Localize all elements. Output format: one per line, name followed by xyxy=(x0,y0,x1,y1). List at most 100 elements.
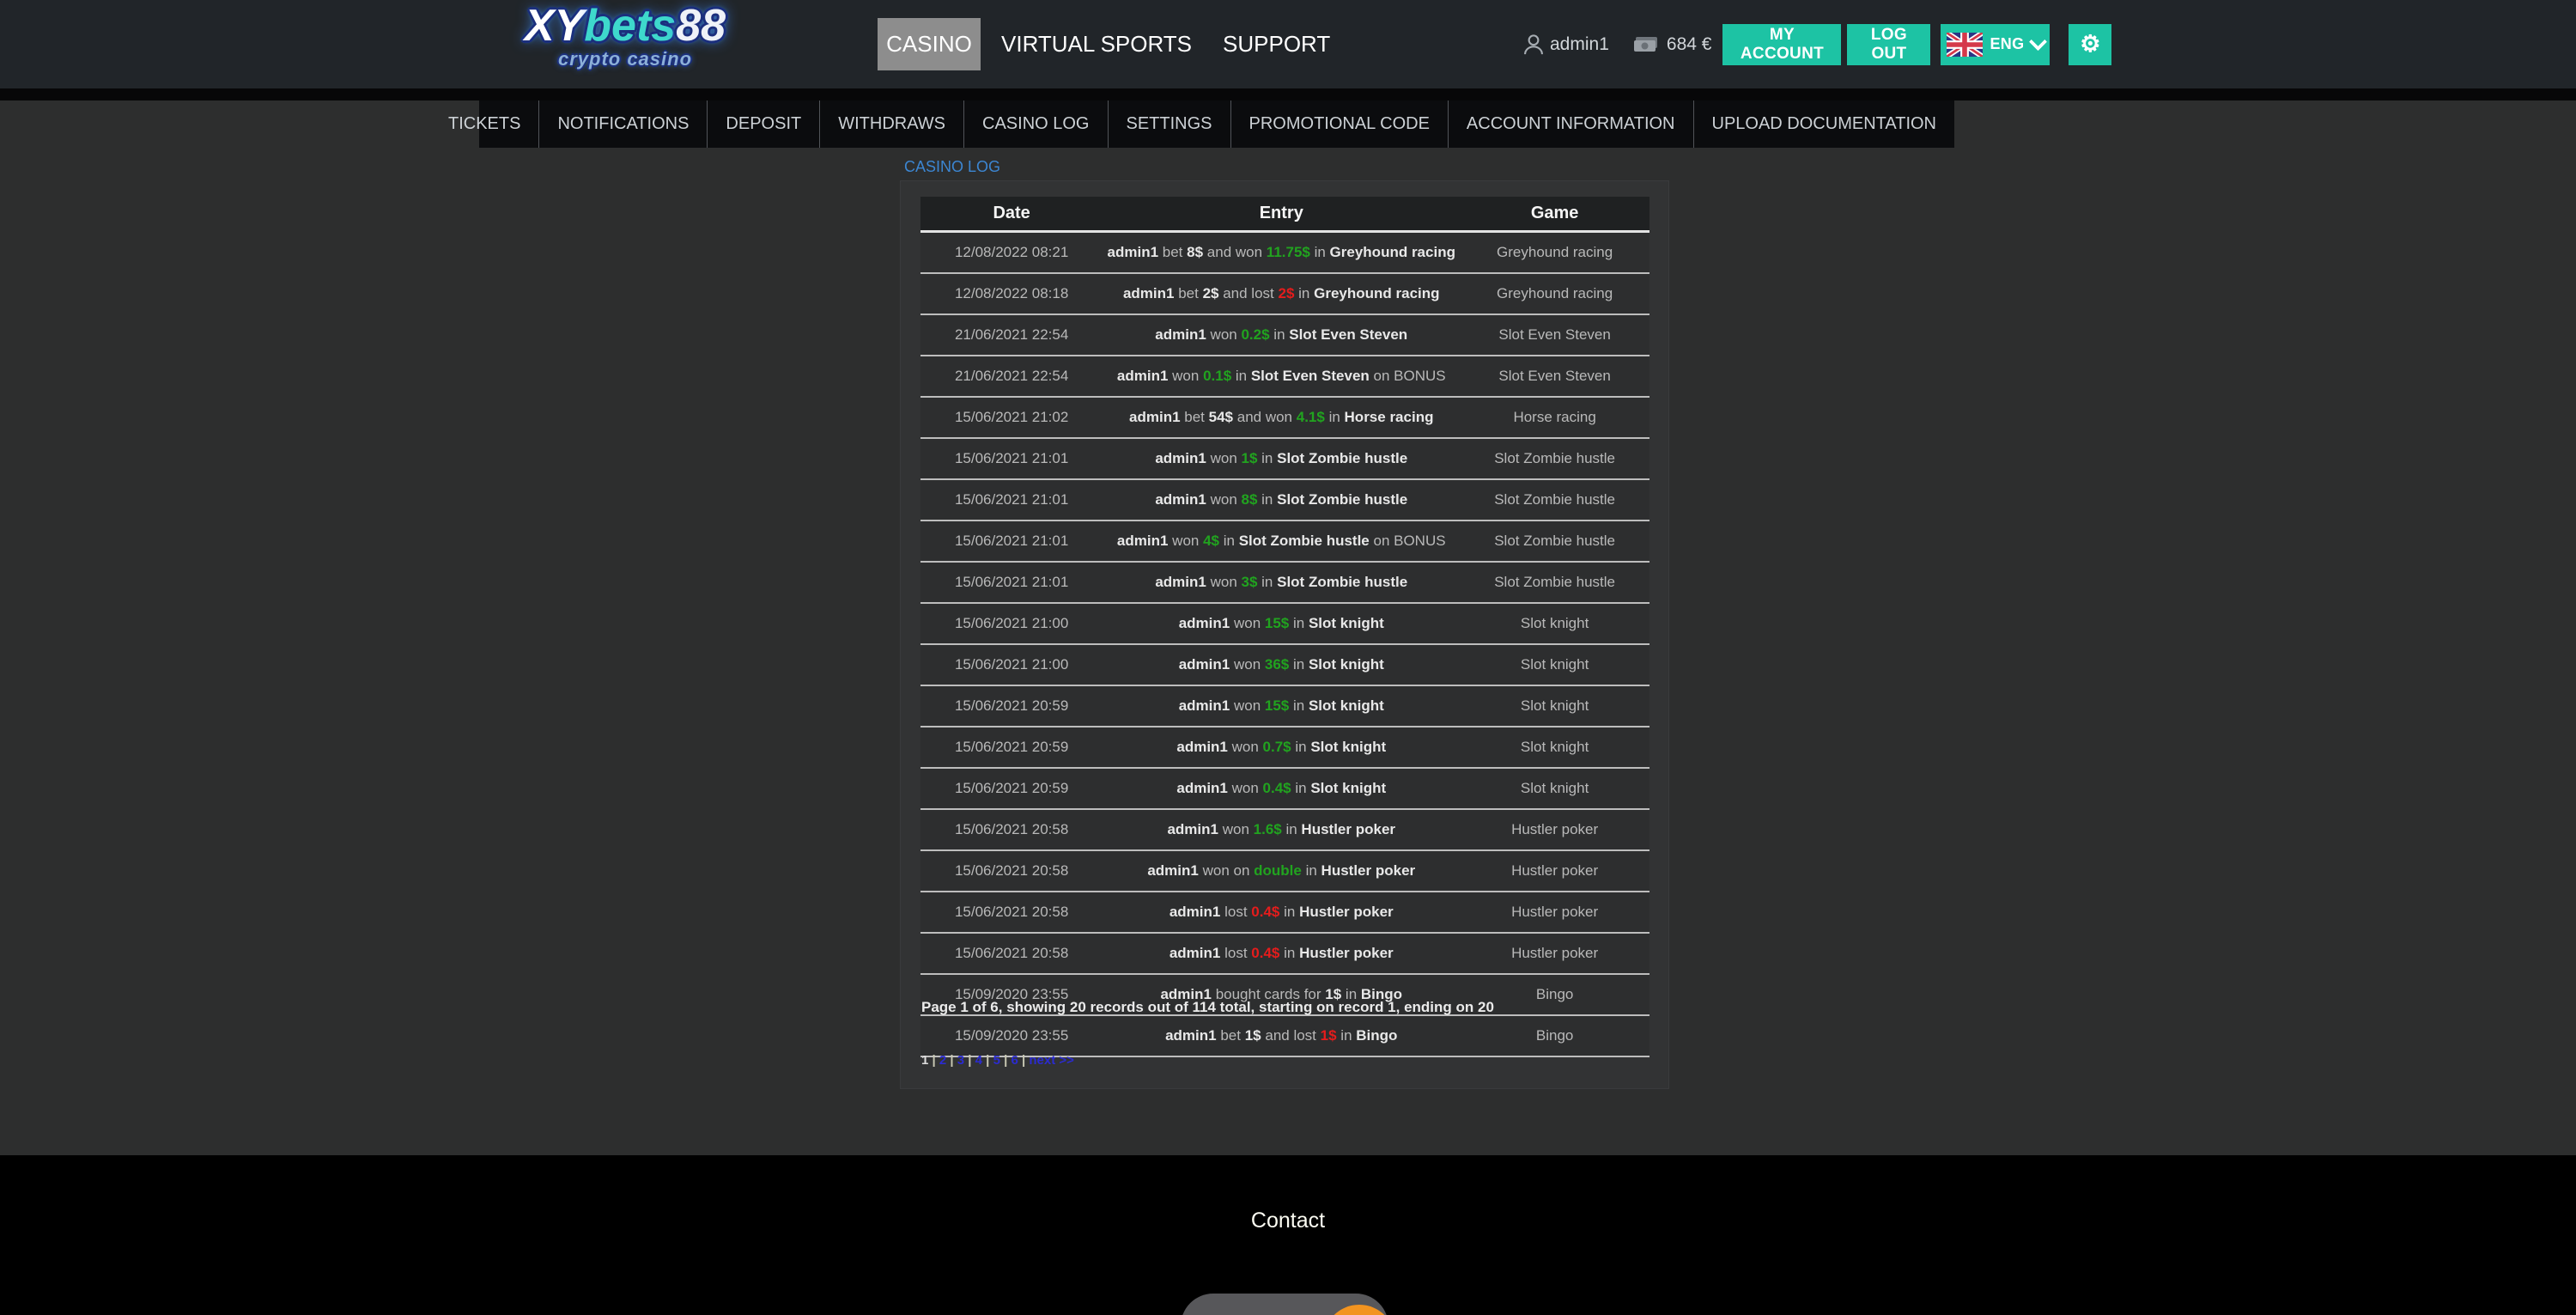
entry-bold-text: Slot knight xyxy=(1308,697,1384,714)
entry-text: in xyxy=(1281,821,1302,837)
casino-log-panel: Date Entry Game 12/08/2022 08:21 admin1 bet… xyxy=(900,180,1669,1089)
date-cell: 15/06/2021 20:59 xyxy=(920,768,1103,810)
entry-bold-text: Slot Even Steven xyxy=(1289,326,1408,343)
entry-bold-text: admin1 xyxy=(1176,739,1228,755)
entry-text: on BONUS xyxy=(1369,533,1446,549)
game-cell: Hustler poker xyxy=(1460,809,1649,851)
bitcoin-icon xyxy=(1323,1305,1395,1315)
entry-bold-text: admin1 xyxy=(1155,450,1206,466)
page-link-3[interactable]: 3 xyxy=(957,1053,964,1068)
logo-tagline: crypto casino xyxy=(557,48,693,70)
table-row: 15/06/2021 20:58 admin1 won 1.6$ in Hustl… xyxy=(920,809,1649,851)
subnav-item-notifications[interactable]: NOTIFICATIONS xyxy=(538,100,707,148)
entry-cell: admin1 won 15$ in Slot knight xyxy=(1103,685,1461,728)
entry-text: in xyxy=(1336,1027,1357,1044)
table-row: 12/08/2022 08:21 admin1 bet 8$ and won 11… xyxy=(920,231,1649,274)
entry-bold-text: Greyhound racing xyxy=(1329,244,1455,260)
entry-bold-text: admin1 xyxy=(1129,409,1181,425)
table-row: 21/06/2021 22:54 admin1 won 0.1$ in Slot … xyxy=(920,356,1649,398)
entry-text: in xyxy=(1289,697,1309,714)
entry-bold-text: Slot Zombie hustle xyxy=(1277,491,1408,508)
page-link-5[interactable]: 5 xyxy=(993,1053,1000,1068)
payment-widget[interactable] xyxy=(1181,1294,1395,1315)
subnav-item-withdraws[interactable]: WITHDRAWS xyxy=(819,100,963,148)
game-cell: Slot Even Steven xyxy=(1460,356,1649,398)
user-toolbar: admin1 684 € MY ACCOUNT LOG OUT ENG ⚙ xyxy=(1522,0,2112,88)
chevron-down-icon xyxy=(2029,33,2048,52)
site-logo[interactable]: XYbets88 crypto casino xyxy=(496,3,754,69)
nav-item-virtual-sports[interactable]: VIRTUAL SPORTS xyxy=(1001,31,1192,58)
table-row: 15/06/2021 21:00 admin1 won 15$ in Slot k… xyxy=(920,603,1649,645)
win-amount: 1$ xyxy=(1241,450,1258,466)
entry-cell: admin1 won 15$ in Slot knight xyxy=(1103,603,1461,645)
my-account-button[interactable]: MY ACCOUNT xyxy=(1722,23,1842,65)
next-page-link[interactable]: next >> xyxy=(1029,1053,1074,1068)
pagination: 1 | 2 | 3 | 4 | 5 | 6 | next >> xyxy=(921,1053,1074,1068)
date-cell: 15/06/2021 21:01 xyxy=(920,521,1103,563)
pagination-separator: | xyxy=(946,1053,957,1068)
entry-text: in xyxy=(1309,244,1330,260)
win-amount: 15$ xyxy=(1264,615,1290,631)
subnav-item-upload-documentation[interactable]: UPLOAD DOCUMENTATION xyxy=(1692,100,1955,148)
settings-gear-button[interactable]: ⚙ xyxy=(2069,23,2112,65)
entry-cell: admin1 lost 0.4$ in Hustler poker xyxy=(1103,933,1461,975)
page-link-2[interactable]: 2 xyxy=(939,1053,946,1068)
game-cell: Hustler poker xyxy=(1460,933,1649,975)
entry-text: and lost xyxy=(1261,1027,1321,1044)
table-row: 15/09/2020 23:55 admin1 bet 1$ and lost 1… xyxy=(920,1015,1649,1057)
date-cell: 21/06/2021 22:54 xyxy=(920,356,1103,398)
subnav-item-account-information[interactable]: ACCOUNT INFORMATION xyxy=(1447,100,1693,148)
gear-icon: ⚙ xyxy=(2080,31,2101,57)
subnav-item-casino-log[interactable]: CASINO LOG xyxy=(963,100,1107,148)
loss-amount: 0.4$ xyxy=(1251,945,1280,961)
entry-cell: admin1 won 0.4$ in Slot knight xyxy=(1103,768,1461,810)
entry-bold-text: 1$ xyxy=(1244,1027,1261,1044)
table-row: 15/06/2021 21:00 admin1 won 36$ in Slot k… xyxy=(920,644,1649,686)
entry-bold-text: Slot Zombie hustle xyxy=(1238,533,1370,549)
entry-text: and lost xyxy=(1218,285,1279,301)
username: admin1 xyxy=(1550,33,1609,54)
entry-text: won xyxy=(1218,821,1254,837)
entry-bold-text: admin1 xyxy=(1155,491,1206,508)
entry-text: in xyxy=(1279,904,1300,920)
page-link-4[interactable]: 4 xyxy=(975,1053,982,1068)
pagination-separator: | xyxy=(999,1053,1012,1068)
entry-text: in xyxy=(1291,739,1311,755)
casino-log-table: Date Entry Game 12/08/2022 08:21 admin1 bet… xyxy=(920,197,1649,1057)
entry-bold-text: Slot knight xyxy=(1310,739,1387,755)
entry-text: in xyxy=(1301,862,1321,879)
nav-item-casino[interactable]: CASINO xyxy=(878,18,981,70)
table-row: 15/06/2021 20:58 admin1 lost 0.4$ in Hust… xyxy=(920,892,1649,934)
date-cell: 15/09/2020 23:55 xyxy=(920,1015,1103,1057)
subnav-item-promotional-code[interactable]: PROMOTIONAL CODE xyxy=(1230,100,1448,148)
win-amount: 1.6$ xyxy=(1253,821,1282,837)
page-link-6[interactable]: 6 xyxy=(1011,1053,1018,1068)
entry-cell: admin1 won 4$ in Slot Zombie hustle on B… xyxy=(1103,521,1461,563)
entry-bold-text: admin1 xyxy=(1178,656,1230,673)
subnav-item-deposit[interactable]: DEPOSIT xyxy=(707,100,819,148)
table-row: 15/06/2021 21:02 admin1 bet 54$ and won 4… xyxy=(920,397,1649,439)
entry-bold-text: admin1 xyxy=(1155,326,1206,343)
pagination-separator: | xyxy=(1018,1053,1030,1068)
entry-cell: admin1 won 1.6$ in Hustler poker xyxy=(1103,809,1461,851)
logo-part-bets: bets xyxy=(584,1,677,51)
entry-cell: admin1 won 0.7$ in Slot knight xyxy=(1103,727,1461,769)
win-amount: 4$ xyxy=(1203,533,1220,549)
table-row: 15/06/2021 20:59 admin1 won 0.7$ in Slot … xyxy=(920,727,1649,769)
entry-bold-text: admin1 xyxy=(1169,945,1221,961)
game-cell: Slot Zombie hustle xyxy=(1460,562,1649,604)
entry-text: in xyxy=(1279,945,1300,961)
nav-item-support[interactable]: SUPPORT xyxy=(1223,31,1330,58)
win-amount: double xyxy=(1254,862,1302,879)
subnav-item-settings[interactable]: SETTINGS xyxy=(1107,100,1230,148)
subnav-item-tickets[interactable]: TICKETS xyxy=(430,100,538,148)
entry-bold-text: 54$ xyxy=(1208,409,1234,425)
table-row: 15/06/2021 20:59 admin1 won 15$ in Slot k… xyxy=(920,685,1649,728)
entry-text: won xyxy=(1230,697,1265,714)
language-dropdown[interactable]: ENG xyxy=(1941,23,2050,65)
entry-bold-text: admin1 xyxy=(1147,862,1199,879)
entry-cell: admin1 won 36$ in Slot knight xyxy=(1103,644,1461,686)
log-out-button[interactable]: LOG OUT xyxy=(1847,23,1931,65)
entry-text: in xyxy=(1294,285,1315,301)
game-cell: Slot Zombie hustle xyxy=(1460,521,1649,563)
